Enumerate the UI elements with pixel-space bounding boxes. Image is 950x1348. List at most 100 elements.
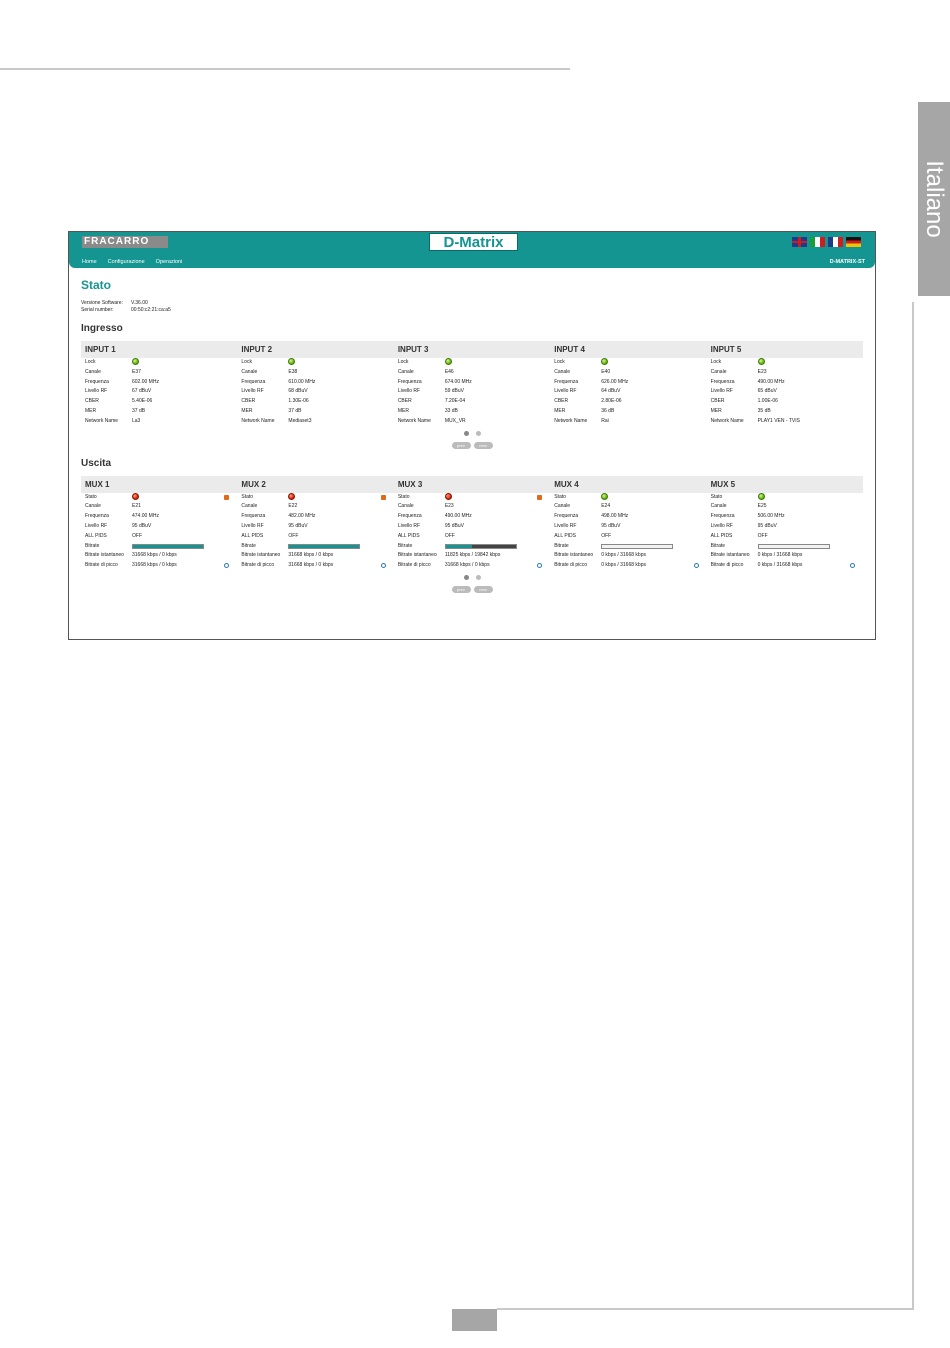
row-label: Bitrate di picco — [397, 562, 431, 569]
flag-en-icon[interactable] — [792, 237, 807, 247]
row-label: Livello RF — [554, 522, 577, 529]
mux-row: Bitrate — [81, 542, 237, 552]
pager-dot[interactable] — [463, 574, 469, 580]
row-label: Livello RF — [85, 522, 108, 529]
input-row: CBER 5.40E-06 — [81, 397, 237, 407]
refresh-icon[interactable] — [380, 563, 386, 569]
lock-indicator-icon — [132, 358, 139, 366]
row-label: Livello RF — [710, 388, 733, 395]
mux-row: Bitrate di picco 0 kbps / 31668 kbps — [707, 561, 863, 571]
mux-row: Bitrate di picco 0 kbps / 31668 kbps — [550, 561, 706, 571]
row-value: OFF — [757, 532, 768, 539]
pager-dot[interactable] — [475, 574, 481, 580]
row-label: MER — [241, 407, 253, 414]
mux-row: Frequenza 474.00 MHz — [81, 512, 237, 522]
nav-operazioni[interactable]: Operazioni — [156, 259, 183, 265]
row-label: Lock — [85, 359, 96, 365]
row-label: Network Name — [710, 417, 744, 424]
input-row: Livello RF 68 dBuV — [237, 387, 393, 397]
mux-row: Livello RF 95 dBuV — [550, 522, 706, 532]
refresh-icon[interactable] — [224, 563, 230, 569]
refresh-icon[interactable] — [537, 563, 543, 569]
pager-dot[interactable] — [463, 430, 469, 436]
row-value: 68 dBuV — [288, 388, 308, 395]
input-row: CBER 2.80E-06 — [550, 397, 706, 407]
serial-value: 00:50:c2:21:ca:a5 — [131, 307, 171, 313]
row-value: E25 — [757, 503, 767, 510]
row-label: Network Name — [85, 417, 119, 424]
refresh-icon[interactable] — [693, 563, 699, 569]
flag-de-icon[interactable] — [846, 237, 861, 247]
row-value: E23 — [757, 368, 767, 375]
nav-home[interactable]: Home — [82, 259, 97, 265]
input-row: MER 37 dB — [237, 407, 393, 417]
row-label: Canale — [710, 503, 727, 510]
mux-row: Bitrate istantaneo 31668 kbps / 0 kbps — [237, 551, 393, 561]
row-value: 31668 kbps / 0 kbps — [132, 562, 177, 569]
lock-indicator-icon — [601, 358, 609, 366]
row-label: Bitrate di picco — [241, 562, 275, 569]
lock-value — [601, 358, 609, 368]
row-value: Mediaset3 — [288, 417, 312, 424]
next-button[interactable]: next — [473, 441, 493, 449]
warning-icon[interactable] — [537, 494, 543, 500]
pager-dot[interactable] — [475, 430, 481, 436]
input-pager: prev next — [81, 430, 863, 449]
right-rule — [912, 302, 914, 1309]
mux-row: Bitrate di picco 31668 kbps / 0 kbps — [394, 561, 550, 571]
row-label: Livello RF — [397, 388, 421, 395]
mux-column: MUX 1 Stato Canale E21 Frequenza 474.00 MHz Li… — [81, 475, 238, 571]
row-value: 31668 kbps / 0 kbps — [288, 552, 334, 559]
input-row: Network Name Mediaset3 — [237, 417, 393, 427]
mux-row: Bitrate — [707, 542, 863, 552]
input-column: INPUT 1 Lock Canale E37 Frequenza 602.00 MHz L… — [81, 341, 238, 427]
flag-fr-icon[interactable] — [828, 237, 843, 247]
mux-row: Frequenza 482.00 MHz — [237, 512, 393, 522]
row-label: Bitrate — [554, 542, 569, 549]
row-label: Livello RF — [241, 388, 264, 395]
row-label: Bitrate di picco — [554, 562, 588, 569]
input-row: Canale E23 — [707, 368, 863, 378]
flag-it-icon[interactable] — [810, 237, 825, 247]
row-value: 2.80E-06 — [601, 398, 622, 405]
input-row: Lock — [707, 358, 863, 368]
nav-configurazione[interactable]: Configurazione — [108, 259, 145, 265]
input-title: INPUT 4 — [550, 341, 707, 358]
input-column: INPUT 3 Lock Canale E46 Frequenza 674.00 MHz L… — [393, 341, 551, 427]
warning-icon[interactable] — [224, 494, 230, 500]
mux-title: MUX 3 — [393, 475, 551, 493]
mux-row: Bitrate — [394, 542, 550, 552]
input-row: Frequenza 610.00 MHz — [237, 378, 393, 388]
row-label: Canale — [554, 368, 571, 375]
row-label: CBER — [241, 398, 256, 405]
row-label: MER — [554, 407, 566, 414]
prev-button[interactable]: prev — [451, 585, 471, 593]
row-value: 1.30E-06 — [288, 398, 309, 405]
screenshot-frame: FRACARRO D-Matrix Home Configurazione Op… — [68, 231, 876, 640]
warning-icon[interactable] — [380, 494, 386, 500]
section-title-uscita: Uscita — [81, 457, 112, 469]
bitrate-bar — [288, 543, 361, 549]
row-label: Frequenza — [710, 378, 735, 385]
refresh-icon[interactable] — [850, 563, 856, 569]
row-value: 59 dBuV — [444, 388, 464, 395]
row-label: Lock — [710, 359, 722, 365]
prev-button[interactable]: prev — [451, 441, 471, 449]
row-label: Livello RF — [241, 522, 264, 529]
next-button[interactable]: next — [473, 585, 493, 593]
row-value: 482.00 MHz — [288, 513, 316, 520]
mux-row: Bitrate — [237, 542, 393, 552]
stato-value — [132, 492, 139, 503]
software-version: Versione Software: V.36.00 — [81, 300, 863, 307]
mux-title: MUX 1 — [81, 475, 238, 493]
page-title: Stato — [81, 278, 111, 292]
row-label: Canale — [85, 503, 101, 510]
input-row: CBER 1.00E-06 — [707, 397, 863, 407]
mux-row: Canale E24 — [550, 502, 706, 512]
mux-row: Bitrate di picco 31668 kbps / 0 kbps — [81, 561, 237, 571]
row-value: 35 dB — [757, 407, 771, 414]
row-value: 65 dBuV — [757, 388, 777, 395]
row-value: PLAY1 VEN - TVIS — [757, 417, 800, 424]
input-column: INPUT 5 Lock Canale E23 Frequenza 490.00 MHz L… — [706, 341, 864, 427]
row-label: Livello RF — [554, 388, 577, 395]
